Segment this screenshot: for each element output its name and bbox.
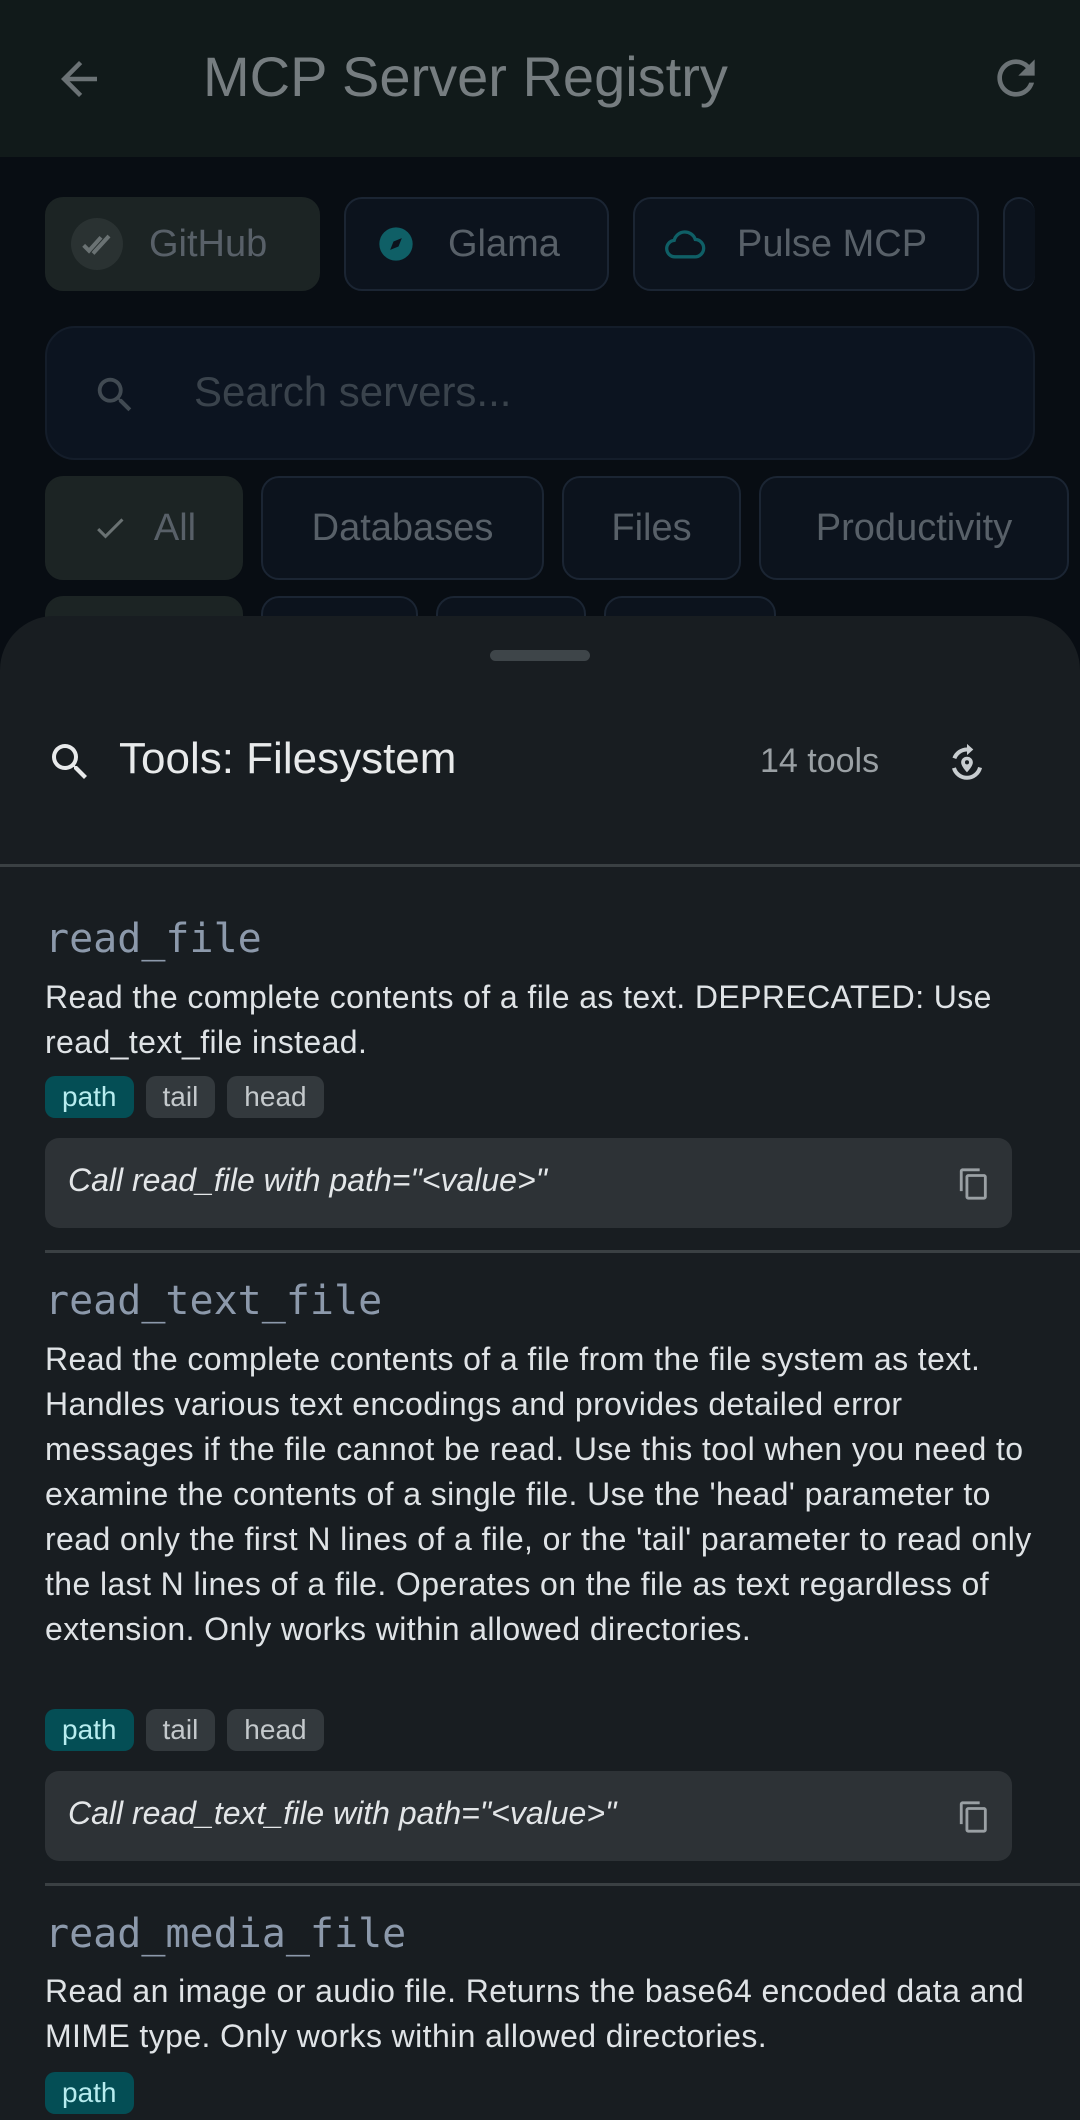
source-chip-github[interactable]: GitHub [45, 197, 320, 291]
param-tags: path [45, 2072, 134, 2114]
tool-name: read_media_file [45, 1911, 407, 1957]
tool-divider [45, 1250, 1080, 1253]
source-chip-label: Glama [448, 222, 560, 265]
location-sync-icon[interactable] [940, 736, 994, 790]
back-arrow-icon[interactable] [52, 52, 106, 106]
category-chip-label: Files [611, 506, 692, 549]
app-title: MCP Server Registry [203, 45, 728, 108]
tool-name: read_file [45, 916, 262, 962]
copy-icon[interactable] [957, 1799, 991, 1835]
tool-description: Read an image or audio file. Returns the… [45, 1973, 1025, 2054]
refresh-icon[interactable] [988, 50, 1044, 106]
category-chip-label: All [153, 506, 197, 549]
source-chip-label: GitHub [149, 222, 268, 265]
source-chip-pulse-mcp[interactable]: Pulse MCP [633, 197, 979, 291]
sheet-title: Tools: Filesystem [119, 734, 457, 783]
source-chip-overflow[interactable] [1003, 197, 1035, 291]
source-chip-label: Pulse MCP [737, 222, 928, 265]
compass-icon [370, 218, 422, 270]
check-icon [92, 510, 128, 546]
tool-description: Read the complete contents of a file as … [45, 979, 992, 1060]
header-divider [0, 864, 1080, 867]
tool-description: Read the complete contents of a file fro… [45, 1341, 1032, 1647]
category-chip-databases[interactable]: Databases [261, 476, 544, 580]
call-example-text: Call read_file with path="<value>" [68, 1162, 548, 1198]
param-tags: path tail head [45, 1709, 324, 1751]
call-example-text: Call read_text_file with path="<value>" [68, 1795, 617, 1831]
search-input[interactable]: Search servers... [194, 368, 511, 416]
param-tag: tail [145, 1709, 216, 1751]
search-icon [92, 372, 138, 418]
app-bar: MCP Server Registry [0, 0, 1080, 157]
search-icon [46, 738, 94, 786]
tools-bottom-sheet: Tools: Filesystem 14 tools read_file Rea… [0, 616, 1080, 2120]
call-example-box[interactable]: Call read_text_file with path="<value>" [45, 1771, 1012, 1861]
cloud-icon [659, 218, 711, 270]
category-chip-productivity[interactable]: Productivity [759, 476, 1069, 580]
category-chip-label: Productivity [815, 506, 1013, 549]
server-search-field[interactable]: Search servers... [45, 326, 1035, 460]
category-chip-files[interactable]: Files [562, 476, 741, 580]
param-tag-required: path [45, 1709, 134, 1751]
call-example-box[interactable]: Call read_file with path="<value>" [45, 1138, 1012, 1228]
param-tag-required: path [45, 2072, 134, 2114]
category-chip-all[interactable]: All [45, 476, 243, 580]
param-tags: path tail head [45, 1076, 324, 1118]
drag-handle[interactable] [490, 650, 590, 661]
tool-name: read_text_file [45, 1278, 383, 1324]
source-chip-glama[interactable]: Glama [344, 197, 609, 291]
param-tag: head [227, 1076, 324, 1118]
copy-icon[interactable] [957, 1166, 991, 1202]
category-chip-label: Databases [311, 506, 494, 549]
param-tag: tail [145, 1076, 216, 1118]
tool-divider [45, 1883, 1080, 1886]
param-tag-required: path [45, 1076, 134, 1118]
tool-count: 14 tools [760, 742, 880, 780]
double-check-icon [71, 218, 123, 270]
param-tag: head [227, 1709, 324, 1751]
